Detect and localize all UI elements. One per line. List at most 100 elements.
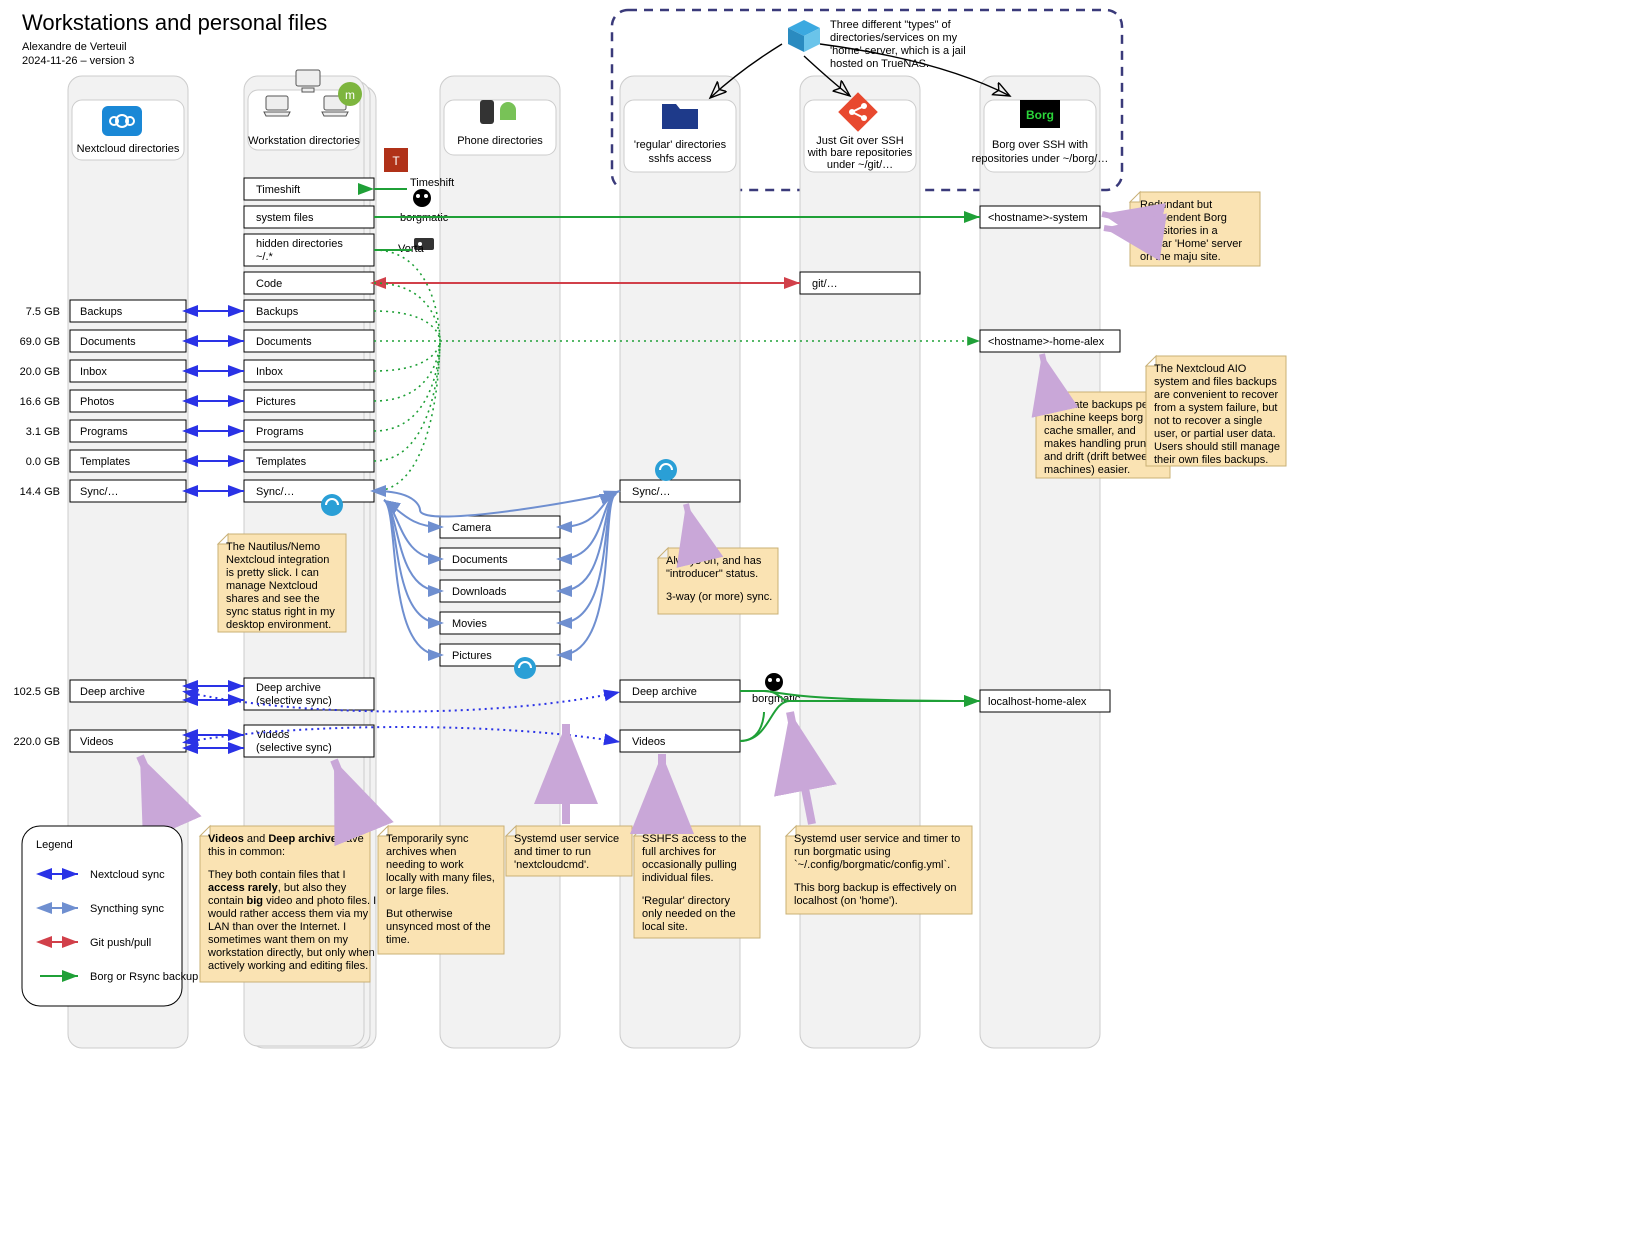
ws-videos-l1: Videos [256,729,290,741]
svg-text:desktop environment.: desktop environment. [226,619,331,631]
nc-backups-label: Backups [80,306,123,318]
lane-title-git-l1: Just Git over SSH [816,135,903,147]
size-templates: 0.0 GB [26,456,60,468]
svg-text:would rather access them via m: would rather access them via my [207,908,369,920]
ws-hidden: hidden directories~/.* [244,234,374,266]
nc-inbox: Inbox [70,360,186,382]
svg-text:locally with many files,: locally with many files, [386,872,495,884]
lane-title-borg-l2: repositories under ~/borg/… [972,153,1109,165]
note-redundant-arrow2 [1104,228,1130,232]
svg-text:'Regular' directory: 'Regular' directory [642,895,730,907]
reg-sync: Sync/… [620,480,740,502]
syncthing-icon-ws [321,494,343,516]
size-programs: 3.1 GB [26,426,60,438]
ws-pictures-label: Pictures [256,396,296,408]
svg-text:occasionally pulling: occasionally pulling [642,859,737,871]
svg-text:Redundant but: Redundant but [1140,199,1212,211]
svg-text:needing to work: needing to work [386,859,464,871]
svg-text:Temporarily sync: Temporarily sync [386,833,469,845]
svg-text:or large files.: or large files. [386,885,449,897]
nc-documents-label: Documents [80,336,136,348]
svg-text:from a system failure, but: from a system failure, but [1154,402,1278,414]
borg-system-label: <hostname>-system [988,212,1088,224]
note-aio: The Nextcloud AIO system and files backu… [1146,356,1286,466]
svg-text:not to recover a single: not to recover a single [1154,415,1262,427]
size-videos: 220.0 GB [14,736,60,748]
svg-text:repositories in a: repositories in a [1140,225,1219,237]
note-videos-deep: Videos and Deep archive have this in com… [200,826,376,982]
svg-text:unsynced most of the: unsynced most of the [386,921,491,933]
svg-text:local site.: local site. [642,921,688,933]
nc-inbox-label: Inbox [80,366,107,378]
lane-title-regular-l2: sshfs access [649,153,712,165]
nextcloud-icon [102,106,142,136]
nc-programs-label: Programs [80,426,128,438]
size-inbox: 20.0 GB [20,366,60,378]
ws-documents-label: Documents [256,336,312,348]
svg-text:machine keeps borg: machine keeps borg [1044,412,1143,424]
svg-text:contain big video and photo fi: contain big video and photo files. I [208,895,376,907]
svg-text:3-way (or more) sync.: 3-way (or more) sync. [666,591,772,603]
nc-photos: Photos [70,390,186,412]
size-photos: 16.6 GB [20,396,60,408]
ph-camera: Camera [440,516,560,538]
legend-st: Syncthing sync [90,903,164,915]
legend-title: Legend [36,839,73,851]
svg-text:But otherwise: But otherwise [386,908,453,920]
reg-videos: Videos [620,730,740,752]
legend-git: Git push/pull [90,937,151,949]
ws-timeshift-label: Timeshift [256,184,300,196]
nc-sync: Sync/… [70,480,186,502]
svg-text:is pretty slick. I can: is pretty slick. I can [226,567,319,579]
svg-text:Separate backups per: Separate backups per [1044,399,1152,411]
svg-text:SSHFS access to the: SSHFS access to the [642,833,747,845]
ws-templates: Templates [244,450,374,472]
svg-text:Borg: Borg [1026,108,1054,122]
svg-text:Systemd user service: Systemd user service [514,833,619,845]
timeshift-label: Timeshift [410,177,454,189]
ws-deep-l1: Deep archive [256,682,321,694]
svg-text:shares and see the: shares and see the [226,593,320,605]
lane-title-git-l2: with bare repositories [807,147,913,159]
ph-movies-label: Movies [452,618,487,630]
svg-text:sometimes want them on my: sometimes want them on my [208,934,348,946]
ws-hidden-l1: hidden directories [256,238,343,250]
ws-templates-label: Templates [256,456,307,468]
svg-text:This borg backup is effectivel: This borg backup is effectively on [794,882,956,894]
ph-pictures-label: Pictures [452,650,492,662]
ws-hidden-l2: ~/.* [256,251,274,263]
borgmatic2-icon [765,673,783,691]
svg-text:sync status right in my: sync status right in my [226,606,335,618]
ws-code: Code [244,272,374,294]
ws-system-label: system files [256,212,314,224]
date-version: 2024-11-26 – version 3 [22,55,134,67]
svg-text:Always on, and has: Always on, and has [666,555,762,567]
ws-backups-label: Backups [256,306,299,318]
ws-inbox-label: Inbox [256,366,283,378]
ws-sync-label: Sync/… [256,486,295,498]
git-box: git/… [800,272,920,294]
reg-deep-label: Deep archive [632,686,697,698]
ph-documents-label: Documents [452,554,508,566]
lane-title-phone: Phone directories [457,135,543,147]
svg-text:their own files backups.: their own files backups. [1154,454,1268,466]
ws-pictures: Pictures [244,390,374,412]
svg-text:workstation directly, but only: workstation directly, but only when [207,947,375,959]
svg-text:only needed on the: only needed on the [642,908,736,920]
ws-code-label: Code [256,278,282,290]
borg-localhost-label: localhost-home-alex [988,696,1087,708]
svg-text:The Nautilus/Nemo: The Nautilus/Nemo [226,541,320,553]
note-intro: Always on, and has "introducer" status. … [658,548,778,614]
nc-backups: Backups [70,300,186,322]
ws-documents: Documents [244,330,374,352]
ws-videos-l2: (selective sync) [256,742,332,754]
svg-text:"introducer" status.: "introducer" status. [666,568,758,580]
syncthing-icon-phone [514,657,536,679]
nc-videos-label: Videos [80,736,114,748]
note-redundant: Redundant but independent Borg repositor… [1130,192,1260,266]
borgmatic-icon [413,189,431,207]
svg-text:time.: time. [386,934,410,946]
nc-photos-label: Photos [80,396,115,408]
cube-icon [788,20,820,52]
lane-title-borg-l1: Borg over SSH with [992,139,1088,151]
